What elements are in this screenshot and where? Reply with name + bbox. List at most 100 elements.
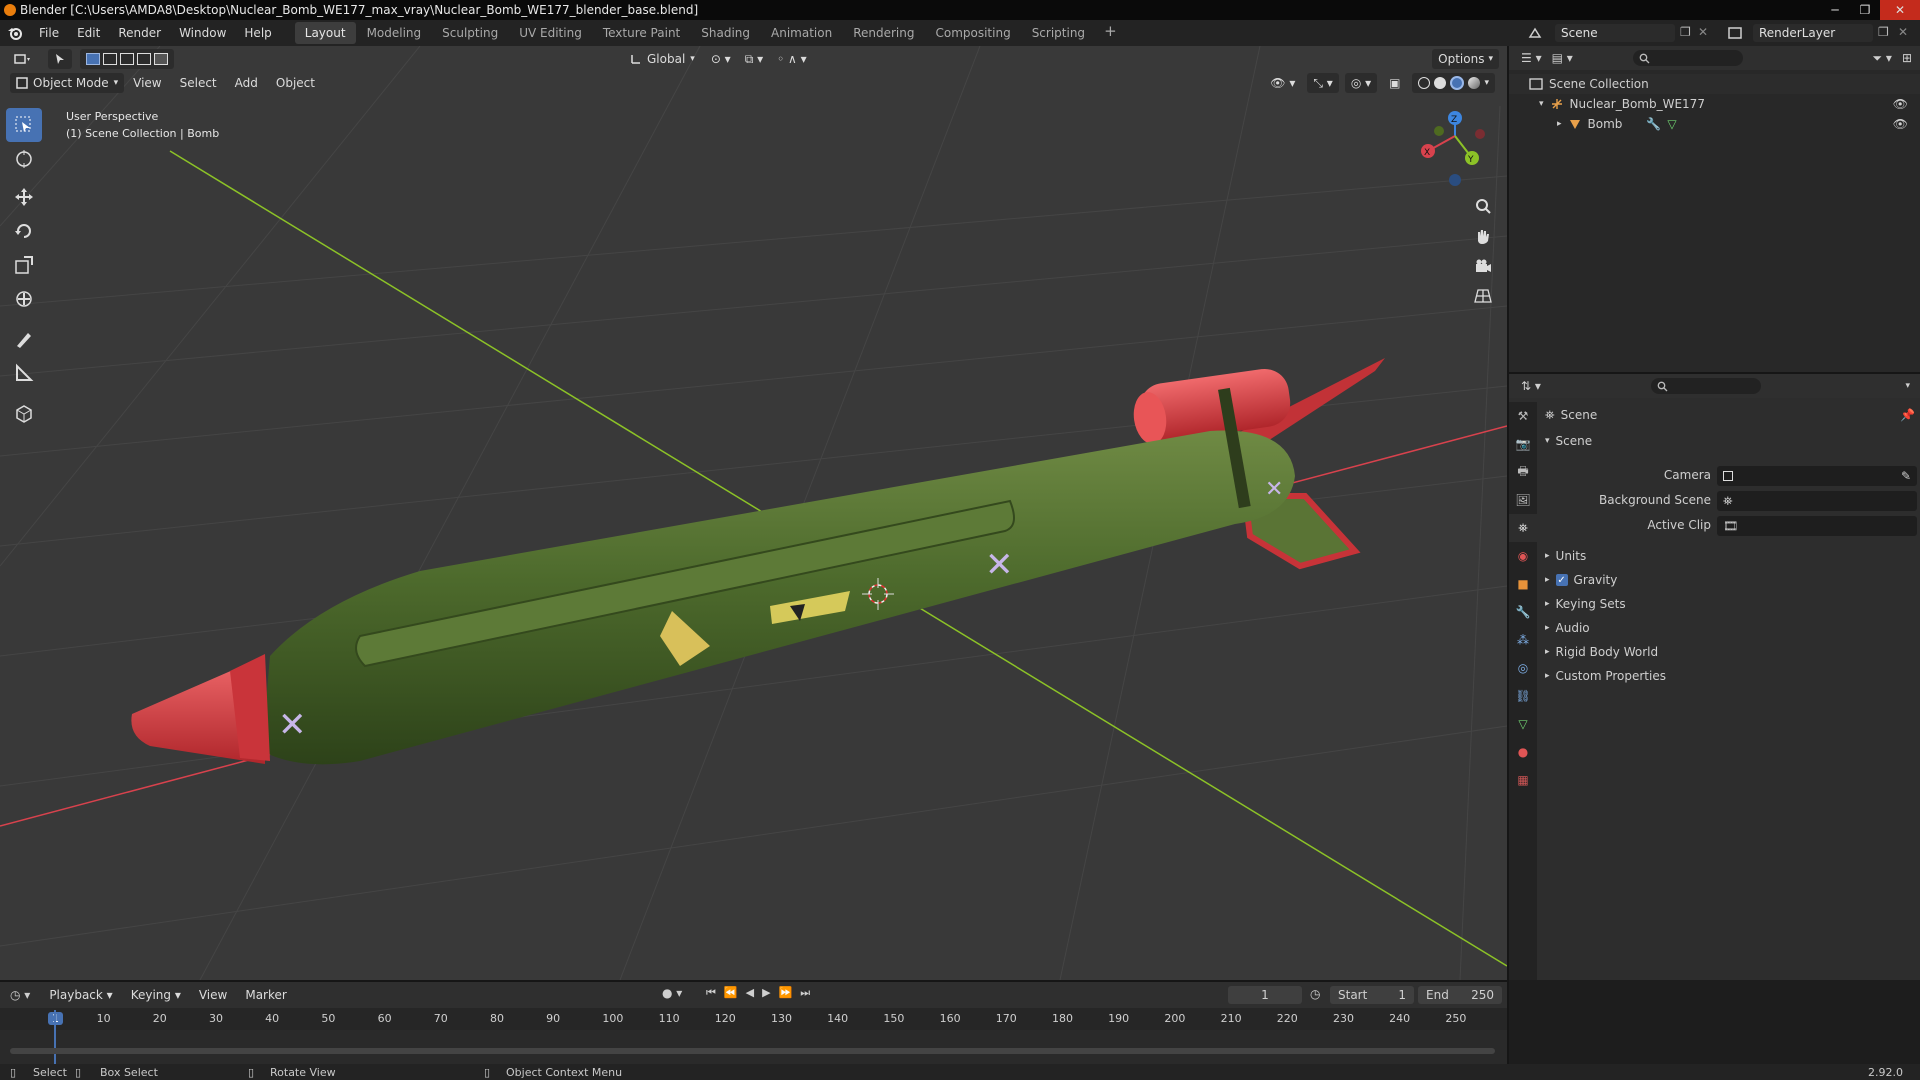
collapse-arrow-icon[interactable]: ▾ bbox=[1545, 436, 1550, 446]
modifier-tab-icon[interactable]: 🔧 bbox=[1509, 598, 1537, 626]
camera-view-icon[interactable] bbox=[1468, 251, 1498, 281]
gravity-checkbox[interactable]: ✓ bbox=[1555, 574, 1568, 586]
measure-tool[interactable] bbox=[6, 356, 42, 390]
solid-shading-icon[interactable] bbox=[1434, 77, 1447, 89]
select-tool-icon[interactable] bbox=[48, 49, 72, 69]
select-intersect-icon[interactable] bbox=[154, 53, 168, 65]
wireframe-shading-icon[interactable] bbox=[1418, 77, 1431, 89]
scene-type-icon[interactable] bbox=[1524, 24, 1546, 42]
outliner-editor-icon[interactable]: ☰ ▾ bbox=[1521, 51, 1542, 65]
expand-arrow-icon[interactable]: ▸ bbox=[1545, 623, 1550, 633]
tab-compositing[interactable]: Compositing bbox=[925, 22, 1020, 44]
scene-tab-icon[interactable]: ⛯ bbox=[1509, 514, 1537, 542]
menu-file[interactable]: File bbox=[30, 26, 68, 40]
mode-dropdown[interactable]: Object Mode ▾ bbox=[10, 73, 125, 93]
zoom-icon[interactable] bbox=[1468, 191, 1498, 221]
outliner-row-nuclear-bomb[interactable]: ▾ Nuclear_Bomb_WE177 👁 bbox=[1509, 94, 1920, 114]
tab-layout[interactable]: Layout bbox=[294, 22, 356, 44]
transform-orientation-dropdown[interactable]: Global ▾ bbox=[624, 49, 701, 69]
visibility-eye-icon[interactable]: 👁 ▾ bbox=[1264, 73, 1301, 93]
timeline-menu-view[interactable]: View bbox=[190, 988, 236, 1002]
mesh-data-icon[interactable]: ▽ bbox=[1667, 117, 1676, 131]
subpanel-gravity[interactable]: ▸ ✓ Gravity bbox=[1545, 568, 1917, 592]
3d-viewport[interactable]: ✕ ✕ ✕ Z X Y Global ▾ ⊙ ▾ ⧉ ▾ ◦ ∧ ▾ Optio… bbox=[0, 46, 1507, 980]
scene-selector[interactable]: Scene bbox=[1555, 24, 1675, 42]
pan-hand-icon[interactable] bbox=[1468, 221, 1498, 251]
filter-icon[interactable]: ⏷ ▾ bbox=[1872, 51, 1891, 66]
object-tab-icon[interactable]: ■ bbox=[1509, 570, 1537, 598]
subpanel-keying-sets[interactable]: ▸ Keying Sets bbox=[1545, 592, 1917, 616]
menu-help[interactable]: Help bbox=[235, 26, 280, 40]
select-subtract-icon[interactable] bbox=[120, 53, 134, 65]
viewport-menu-view[interactable]: View bbox=[124, 76, 170, 90]
tab-sculpting[interactable]: Sculpting bbox=[432, 22, 508, 44]
expand-arrow-icon[interactable]: ▸ bbox=[1545, 551, 1550, 561]
jump-keyframe-forward-button[interactable]: ⏩ bbox=[779, 986, 793, 1000]
cursor-tool[interactable] bbox=[6, 142, 42, 176]
snap-toggle[interactable]: ⧉ ▾ bbox=[739, 49, 769, 69]
minimize-button[interactable]: ─ bbox=[1820, 0, 1850, 20]
world-tab-icon[interactable]: ◉ bbox=[1509, 542, 1537, 570]
particles-tab-icon[interactable]: ⁂ bbox=[1509, 626, 1537, 654]
modifier-wrench-icon[interactable]: 🔧 bbox=[1646, 117, 1661, 131]
chevron-down-icon[interactable]: ▾ bbox=[1905, 381, 1910, 391]
play-reverse-button[interactable]: ◀ bbox=[746, 986, 754, 1000]
new-collection-icon[interactable]: ⊞ bbox=[1902, 51, 1912, 65]
delete-view-layer-icon[interactable]: ✕ bbox=[1898, 25, 1908, 39]
transform-tool[interactable] bbox=[6, 282, 42, 316]
jump-keyframe-back-button[interactable]: ⏪ bbox=[724, 986, 738, 1000]
view-layer-tab-icon[interactable]: 🖼 bbox=[1509, 486, 1537, 514]
frame-ruler[interactable]: 1102030405060708090100110120130140150160… bbox=[0, 1008, 1507, 1030]
close-button[interactable]: ✕ bbox=[1880, 0, 1920, 20]
expand-arrow-icon[interactable]: ▸ bbox=[1545, 671, 1550, 681]
display-mode-icon[interactable]: ▤ ▾ bbox=[1552, 51, 1573, 65]
data-tab-icon[interactable]: ▽ bbox=[1509, 710, 1537, 738]
material-shading-icon[interactable] bbox=[1450, 76, 1465, 90]
end-frame-field[interactable]: End 250 bbox=[1418, 986, 1502, 1004]
tool-tab-icon[interactable]: ⚒ bbox=[1509, 402, 1537, 430]
menu-render[interactable]: Render bbox=[109, 26, 170, 40]
output-tab-icon[interactable]: 🖶 bbox=[1509, 458, 1537, 486]
pivot-point-dropdown[interactable]: ⊙ ▾ bbox=[705, 49, 737, 69]
current-frame-field[interactable]: 1 bbox=[1228, 986, 1302, 1004]
eyedropper-icon[interactable]: ✎ bbox=[1901, 469, 1911, 483]
editor-type-icon[interactable] bbox=[8, 49, 38, 69]
pin-icon[interactable]: 📌 bbox=[1900, 408, 1915, 422]
outliner-row-scene-collection[interactable]: Scene Collection bbox=[1509, 74, 1920, 94]
menu-window[interactable]: Window bbox=[170, 26, 235, 40]
timeline-menu-keying[interactable]: Keying ▾ bbox=[122, 988, 190, 1002]
perspective-grid-icon[interactable] bbox=[1468, 281, 1498, 311]
timeline-scrollbar[interactable] bbox=[10, 1048, 1495, 1054]
start-frame-field[interactable]: Start 1 bbox=[1330, 986, 1414, 1004]
subpanel-units[interactable]: ▸ Units bbox=[1545, 544, 1917, 568]
new-scene-icon[interactable]: ❐ bbox=[1680, 25, 1691, 39]
timeline-menu-playback[interactable]: Playback ▾ bbox=[40, 988, 121, 1002]
rendered-shading-icon[interactable] bbox=[1468, 77, 1481, 89]
expand-arrow-icon[interactable]: ▸ bbox=[1545, 599, 1550, 609]
camera-field[interactable]: ✎ bbox=[1717, 466, 1917, 486]
render-tab-icon[interactable]: 📷 bbox=[1509, 430, 1537, 458]
annotate-tool[interactable] bbox=[6, 322, 42, 356]
options-dropdown[interactable]: Options ▾ bbox=[1432, 49, 1499, 69]
tab-animation[interactable]: Animation bbox=[761, 22, 842, 44]
select-invert-icon[interactable] bbox=[137, 53, 151, 65]
blender-menu-icon[interactable] bbox=[0, 26, 30, 40]
timeline-editor-icon[interactable]: ◷ ▾ bbox=[10, 988, 30, 1002]
active-clip-field[interactable]: 🎞 bbox=[1717, 516, 1917, 536]
viewport-menu-object[interactable]: Object bbox=[267, 76, 324, 90]
view-layer-selector[interactable]: RenderLayer bbox=[1753, 24, 1873, 42]
record-keyframe-button[interactable]: ● ▾ bbox=[662, 986, 682, 1000]
navigation-gizmo[interactable]: Z X Y bbox=[1421, 111, 1485, 186]
constraints-tab-icon[interactable]: ⛓ bbox=[1509, 682, 1537, 710]
properties-editor-icon[interactable]: ⇅ ▾ bbox=[1521, 379, 1541, 393]
maximize-button[interactable]: ❐ bbox=[1850, 0, 1880, 20]
subpanel-rigid-body-world[interactable]: ▸ Rigid Body World bbox=[1545, 640, 1917, 664]
expand-arrow-icon[interactable]: ▸ bbox=[1557, 119, 1562, 129]
move-tool[interactable] bbox=[6, 180, 42, 214]
rotate-tool[interactable] bbox=[6, 214, 42, 248]
view-layer-icon[interactable] bbox=[1724, 24, 1746, 42]
tab-rendering[interactable]: Rendering bbox=[843, 22, 924, 44]
viewport-menu-add[interactable]: Add bbox=[226, 76, 267, 90]
background-scene-field[interactable]: ⛯ bbox=[1717, 491, 1917, 511]
new-view-layer-icon[interactable]: ❐ bbox=[1878, 25, 1889, 39]
